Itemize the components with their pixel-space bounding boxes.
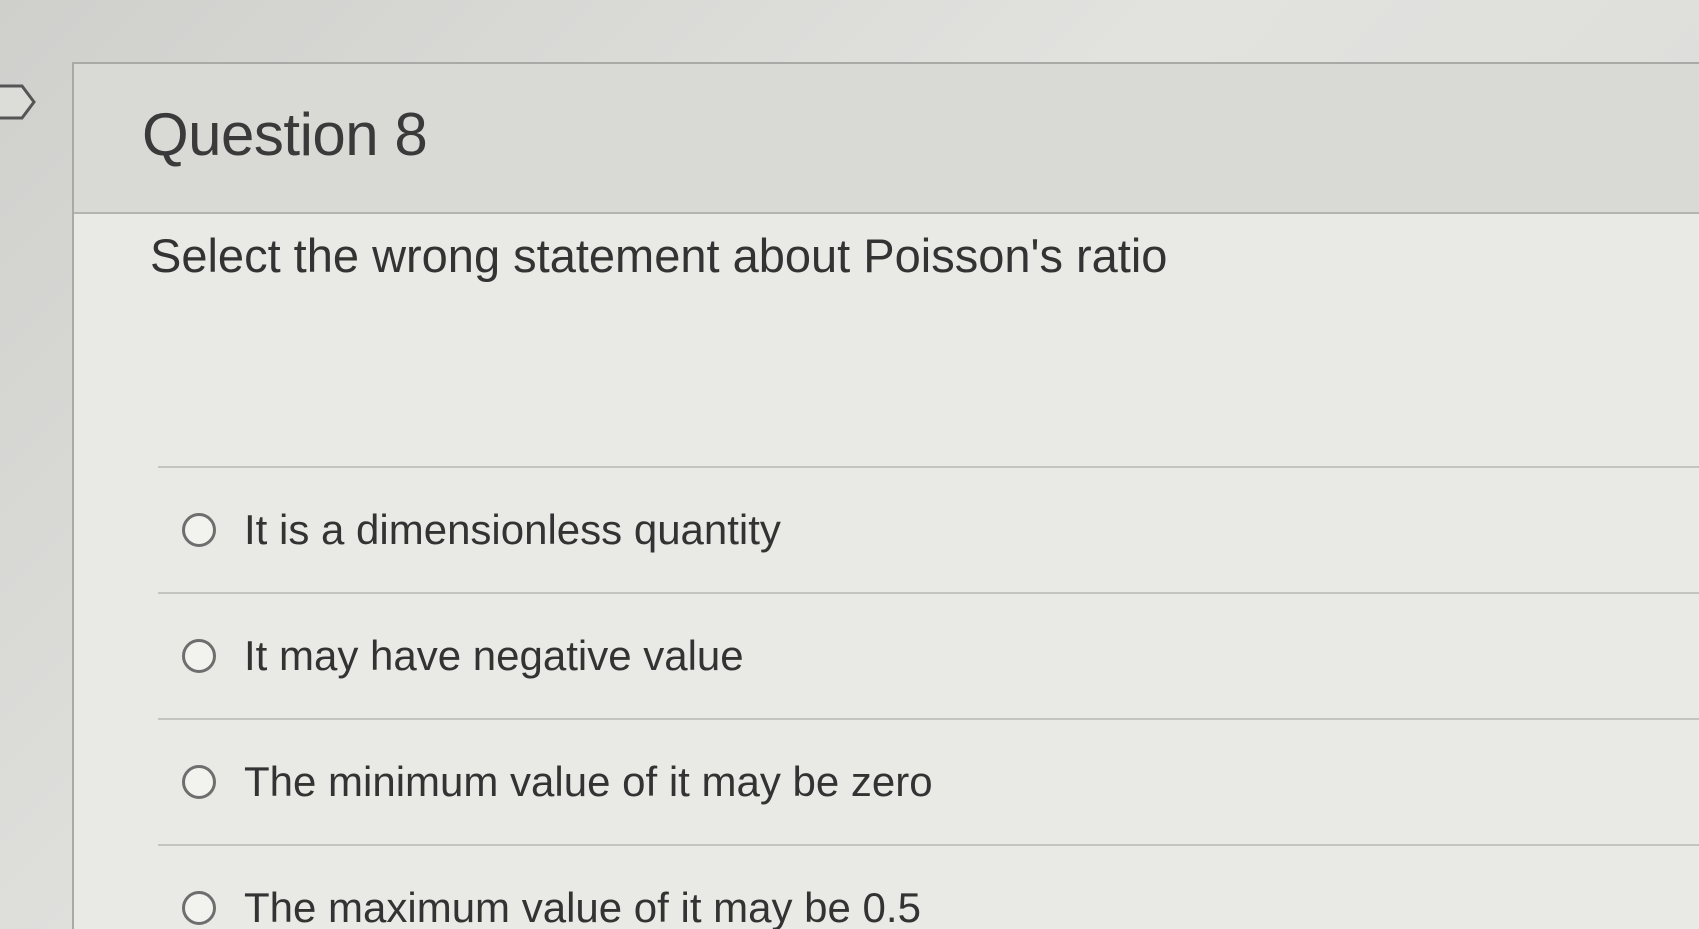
quiz-page: Question 8 Select the wrong statement ab…	[0, 0, 1699, 929]
answer-option-1[interactable]: It is a dimensionless quantity	[158, 466, 1699, 592]
answer-label[interactable]: The maximum value of it may be 0.5	[244, 884, 921, 929]
answer-option-3[interactable]: The minimum value of it may be zero	[158, 718, 1699, 844]
answer-label[interactable]: The minimum value of it may be zero	[244, 758, 933, 806]
answer-label[interactable]: It may have negative value	[244, 632, 744, 680]
question-title: Question 8	[142, 101, 428, 168]
question-header: Question 8	[74, 64, 1699, 214]
radio-button-icon[interactable]	[182, 765, 216, 799]
question-prompt: Select the wrong statement about Poisson…	[150, 229, 1168, 282]
flag-marker-icon[interactable]	[0, 84, 40, 120]
question-card: Question 8 Select the wrong statement ab…	[72, 62, 1699, 929]
answer-option-2[interactable]: It may have negative value	[158, 592, 1699, 718]
answer-list: It is a dimensionless quantity It may ha…	[158, 466, 1699, 929]
radio-button-icon[interactable]	[182, 513, 216, 547]
answer-option-4[interactable]: The maximum value of it may be 0.5	[158, 844, 1699, 929]
radio-button-icon[interactable]	[182, 639, 216, 673]
radio-button-icon[interactable]	[182, 891, 216, 925]
answer-label[interactable]: It is a dimensionless quantity	[244, 506, 781, 554]
